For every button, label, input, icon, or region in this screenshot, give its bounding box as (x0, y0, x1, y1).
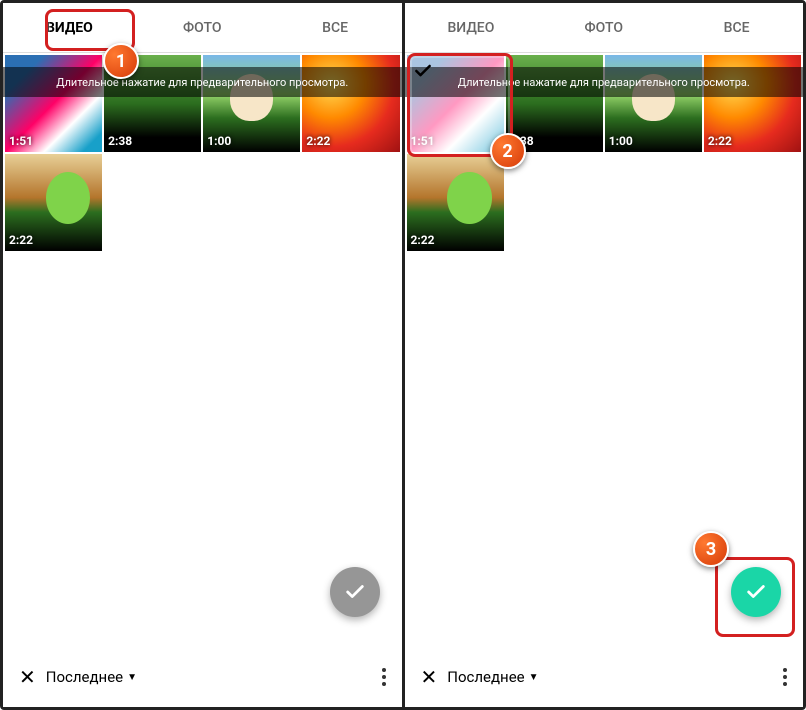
confirm-fab-active[interactable] (731, 567, 781, 617)
tab-all[interactable]: ВСЕ (670, 3, 803, 52)
confirm-fab[interactable] (330, 567, 380, 617)
duration-label: 1:51 (411, 134, 435, 148)
duration-label: 2:38 (108, 134, 132, 148)
duration-label: 1:51 (9, 134, 33, 148)
chevron-down-icon: ▼ (127, 672, 137, 683)
close-icon[interactable]: ✕ (19, 665, 36, 689)
top-tabs: ВИДЕО ФОТО ВСЕ (405, 3, 804, 53)
step-marker: 3 (693, 531, 729, 567)
chevron-down-icon: ▼ (529, 672, 539, 683)
check-icon (344, 581, 366, 603)
step-marker: 1 (103, 43, 139, 79)
overflow-menu-icon[interactable] (382, 668, 386, 686)
check-icon (745, 581, 767, 603)
close-icon[interactable]: ✕ (421, 665, 438, 689)
top-tabs: ВИДЕО ФОТО ВСЕ (3, 3, 402, 53)
duration-label: 2:22 (708, 134, 732, 148)
sort-dropdown[interactable]: Последнее ▼ (447, 668, 538, 686)
bottom-bar: ✕ Последнее ▼ (3, 647, 402, 707)
sort-dropdown[interactable]: Последнее ▼ (46, 668, 137, 686)
tab-all[interactable]: ВСЕ (269, 3, 402, 52)
tab-video[interactable]: ВИДЕО (405, 3, 538, 52)
duration-label: 2:22 (306, 134, 330, 148)
hint-banner: Длительное нажатие для предварительного … (405, 67, 804, 97)
duration-label: 2:22 (411, 233, 435, 247)
video-thumb[interactable]: 2:22 (407, 154, 504, 251)
hint-banner: Длительное нажатие для предварительного … (3, 67, 402, 97)
duration-label: 1:00 (609, 134, 633, 148)
duration-label: 2:22 (9, 233, 33, 247)
tab-photo[interactable]: ФОТО (537, 3, 670, 52)
screenshot-right: ВИДЕО ФОТО ВСЕ Длительное нажатие для пр… (402, 3, 804, 707)
bottom-bar: ✕ Последнее ▼ (405, 647, 804, 707)
video-thumb[interactable]: 2:22 (5, 154, 102, 251)
overflow-menu-icon[interactable] (783, 668, 787, 686)
duration-label: 1:00 (207, 134, 231, 148)
step-marker: 2 (490, 133, 526, 169)
screenshot-left: ВИДЕО ФОТО ВСЕ Длительное нажатие для пр… (3, 3, 402, 707)
tab-photo[interactable]: ФОТО (136, 3, 269, 52)
